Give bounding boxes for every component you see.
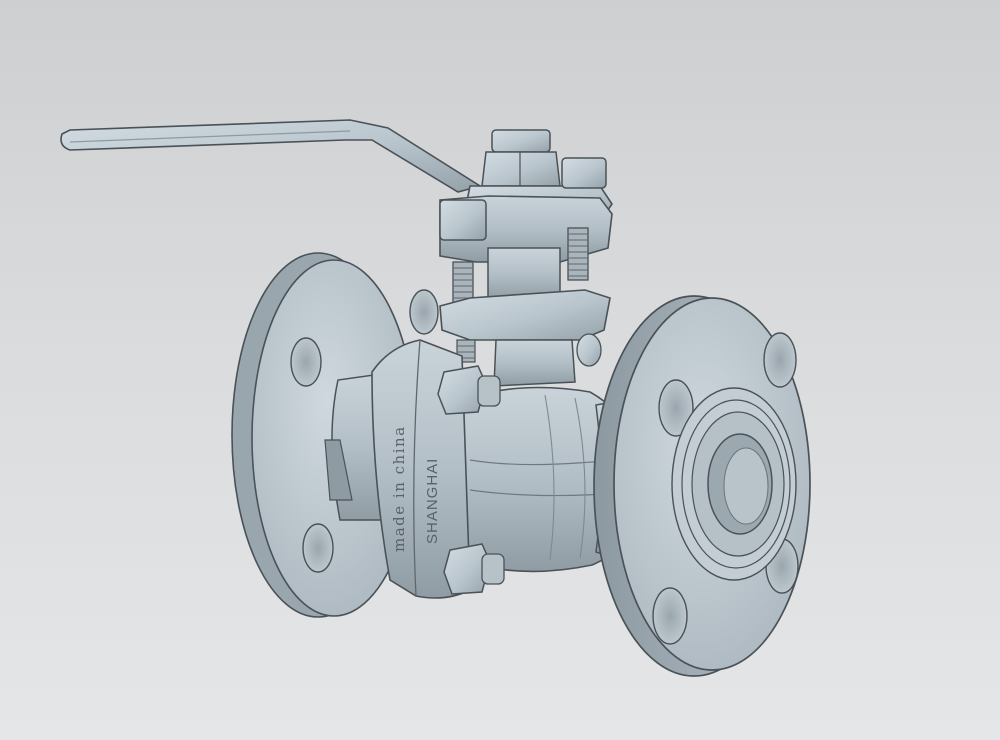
- brand-marking: SHANGHAI: [424, 458, 441, 544]
- lever-handle: [60, 119, 482, 193]
- gland-bolt: [561, 157, 607, 189]
- bolt-hole: [652, 587, 688, 645]
- bolt-hole: [763, 332, 797, 388]
- cad-viewport: made in china SHANGHAI: [0, 0, 1000, 740]
- origin-marking: made in china: [390, 425, 408, 552]
- bolt-hole: [290, 337, 322, 387]
- front-flange: [593, 295, 811, 677]
- stem-nut: [481, 151, 561, 187]
- bolt-hole: [409, 289, 439, 335]
- clamp-bolt-rear: [576, 333, 602, 367]
- ball-valve-model: made in china SHANGHAI: [60, 119, 811, 677]
- bolt-hole: [302, 523, 334, 573]
- threaded-stud: [567, 227, 589, 281]
- gland-bolt: [439, 199, 487, 241]
